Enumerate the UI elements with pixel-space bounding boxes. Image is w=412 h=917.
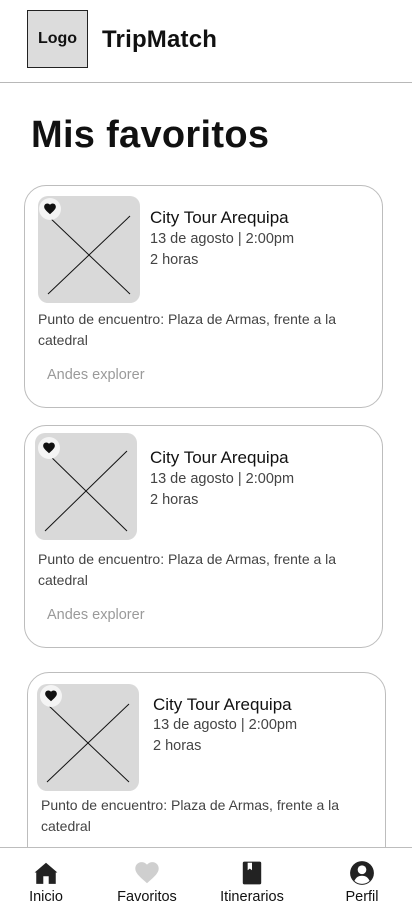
favorite-card[interactable]: City Tour Arequipa 13 de agosto | 2:00pm… (24, 185, 383, 408)
tour-date: 13 de agosto | 2:00pm (150, 231, 295, 247)
tour-image-placeholder (35, 433, 137, 540)
nav-label-perfil: Perfil (345, 889, 379, 905)
favorite-toggle[interactable] (39, 198, 61, 220)
heart-icon (135, 862, 159, 884)
tour-provider: Andes explorer (47, 367, 145, 383)
app-header: Logo TripMatch (0, 0, 412, 83)
nav-item-favoritos[interactable]: Favoritos (107, 848, 187, 917)
tour-title: City Tour Arequipa (153, 695, 292, 714)
heart-filled-icon (43, 442, 55, 454)
tour-image-placeholder (38, 196, 140, 303)
favorite-toggle[interactable] (40, 685, 62, 707)
nav-item-perfil[interactable]: Perfil (334, 848, 390, 917)
nav-item-inicio[interactable]: Inicio (13, 848, 79, 917)
user-icon (350, 861, 374, 885)
tour-title: City Tour Arequipa (150, 448, 289, 467)
logo[interactable]: Logo (27, 10, 88, 68)
tour-image-placeholder (37, 684, 139, 791)
tour-date: 13 de agosto | 2:00pm (153, 717, 298, 733)
page-title: Mis favoritos (31, 114, 270, 156)
meeting-point: Punto de encuentro: Plaza de Armas, fren… (38, 551, 337, 588)
heart-filled-icon (45, 690, 57, 702)
tour-date: 13 de agosto | 2:00pm (150, 471, 295, 487)
tour-provider: Andes explorer (47, 607, 145, 623)
nav-label-inicio: Inicio (29, 889, 63, 905)
tour-duration: 2 horas (153, 738, 202, 754)
home-icon (34, 862, 58, 884)
bottom-nav: Inicio Favoritos Itinerarios Perfil (0, 847, 412, 917)
meeting-point: Punto de encuentro: Plaza de Armas, fren… (38, 311, 337, 348)
tour-duration: 2 horas (150, 492, 199, 508)
book-icon (242, 861, 262, 885)
meeting-point: Punto de encuentro: Plaza de Armas, fren… (41, 797, 340, 834)
nav-label-itinerarios: Itinerarios (220, 889, 284, 905)
app-title: TripMatch (102, 26, 218, 53)
favorite-card[interactable]: City Tour Arequipa 13 de agosto | 2:00pm… (24, 425, 383, 648)
tour-duration: 2 horas (150, 252, 199, 268)
nav-label-favoritos: Favoritos (117, 889, 177, 905)
favorite-toggle[interactable] (38, 437, 60, 459)
nav-item-itinerarios[interactable]: Itinerarios (212, 848, 292, 917)
tour-title: City Tour Arequipa (150, 208, 289, 227)
heart-filled-icon (44, 203, 56, 215)
